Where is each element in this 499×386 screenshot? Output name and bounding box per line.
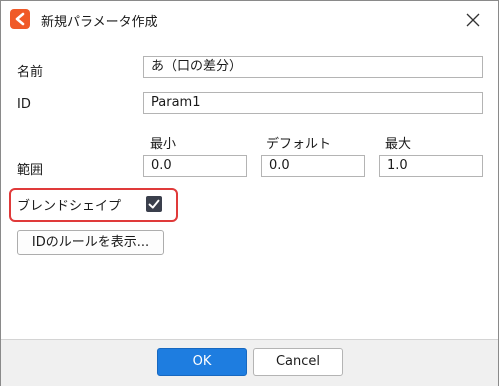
range-label: 範囲 [17,163,44,178]
id-label: ID [17,97,31,112]
new-parameter-dialog: 新規パラメータ作成 名前 あ（口の差分） ID Param1 最小 デフォルト … [0,0,499,386]
window-title: 新規パラメータ作成 [41,15,158,30]
checkmark-icon [148,199,160,209]
ok-button[interactable]: OK [157,348,247,376]
min-label: 最小 [150,137,177,152]
blend-shape-checkbox[interactable] [146,196,162,212]
max-field[interactable]: 1.0 [379,155,483,177]
blend-shape-label: ブレンドシェイプ [17,199,122,214]
min-field[interactable]: 0.0 [143,155,247,177]
close-button[interactable] [460,7,486,33]
cubism-logo-icon [10,9,30,29]
cancel-button[interactable]: Cancel [253,348,343,376]
show-id-rules-button[interactable]: IDのルールを表示... [17,230,164,255]
name-field[interactable]: あ（口の差分） [143,56,483,78]
max-label: 最大 [385,137,412,152]
title-bar: 新規パラメータ作成 [1,1,498,39]
close-icon[interactable] [466,13,480,27]
default-field[interactable]: 0.0 [261,155,365,177]
dialog-footer: OK Cancel [1,339,498,386]
id-field[interactable]: Param1 [143,92,483,114]
default-label: デフォルト [266,137,332,152]
dialog-content: 名前 あ（口の差分） ID Param1 最小 デフォルト 最大 範囲 0.0 … [1,39,498,339]
name-label: 名前 [17,65,44,80]
